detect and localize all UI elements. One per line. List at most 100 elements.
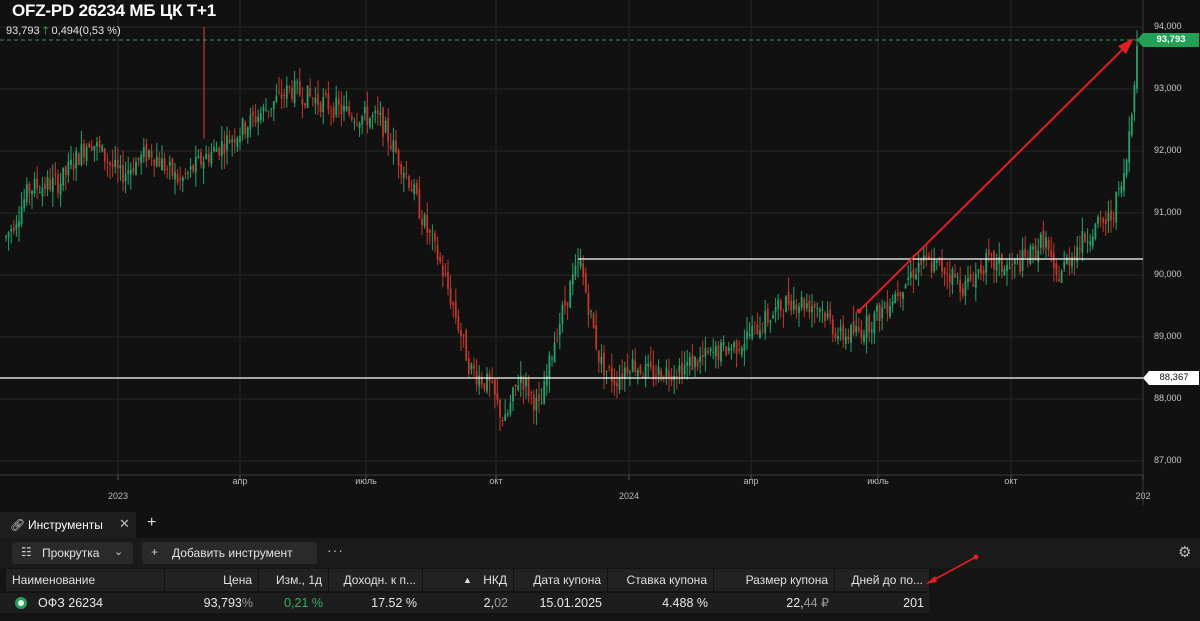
candle-body [891, 301, 894, 305]
candle-body [634, 361, 637, 372]
candle-body [660, 370, 663, 381]
candle-body [595, 324, 598, 349]
column-header-change[interactable]: Изм., 1д [259, 569, 329, 591]
candle-body [933, 259, 936, 272]
candle-body [309, 87, 312, 96]
chart-canvas[interactable] [0, 0, 1200, 512]
candle-body [959, 279, 962, 293]
candle-body [371, 115, 374, 118]
candle-body [46, 177, 49, 190]
candle-body [876, 305, 878, 312]
add-instrument-label: Добавить инструмент [172, 546, 293, 560]
candle-body [816, 307, 819, 309]
price-axis-label: 94,000 [1154, 21, 1182, 31]
candle-body [681, 362, 683, 378]
column-header-coupon-rate[interactable]: Ставка купона [608, 569, 714, 591]
candle-body [72, 164, 75, 170]
candle-body [566, 302, 569, 306]
column-header-coupon-date[interactable]: Дата купона [514, 569, 608, 591]
column-header-coupon-size[interactable]: Размер купона [714, 569, 835, 591]
candle-body [428, 229, 431, 234]
candle-body [548, 354, 551, 379]
candle-body [410, 189, 413, 192]
candle-body [857, 326, 860, 331]
candle-body [720, 342, 722, 362]
time-axis-label: июль [355, 476, 377, 486]
table-row[interactable]: ОФЗ 26234 93,793% 0,21 % 17.52 % 2,02 15… [0, 593, 930, 613]
candle-body [327, 93, 330, 110]
candle-body [366, 105, 369, 126]
candle-body [530, 392, 533, 394]
candle-body [699, 356, 702, 363]
gear-icon[interactable]: ⚙ [1178, 543, 1191, 561]
add-instrument-button[interactable]: + Добавить инструмент [142, 542, 317, 564]
candle-body [233, 138, 236, 143]
candle-body [64, 166, 67, 175]
candle-body [1050, 250, 1053, 257]
candle-body [137, 157, 140, 161]
price-unit: % [241, 596, 253, 610]
candle-body [865, 315, 868, 339]
candle-body [168, 161, 171, 166]
candle-body [725, 346, 728, 356]
candle-body [675, 376, 678, 378]
candle-body [621, 373, 624, 379]
candle-body [751, 326, 754, 339]
column-header-price[interactable]: Цена [165, 569, 259, 591]
add-tab-icon[interactable]: + [147, 514, 156, 532]
candle-body [644, 363, 647, 380]
candle-body [288, 86, 291, 88]
candle-body [605, 370, 608, 372]
candle-body [379, 112, 382, 116]
candle-body [774, 307, 777, 313]
tab-instruments[interactable]: 🔗︎ Инструменты ✕ [0, 512, 136, 538]
candle-body [348, 106, 351, 115]
column-header-yield[interactable]: Доходн. к п... [329, 569, 423, 591]
column-header-nkd[interactable]: ▲ НКД [423, 569, 514, 591]
candle-body [1026, 261, 1029, 263]
candle-body [296, 82, 299, 84]
instrument-change: 0,21 % [284, 596, 323, 610]
year-axis-label: 202 [1135, 491, 1151, 501]
candle-body [740, 348, 743, 356]
candle-body [538, 394, 540, 402]
candle-body [995, 260, 998, 271]
column-header-name[interactable]: Наименование [6, 569, 165, 591]
plus-icon: + [151, 545, 159, 559]
candle-body [821, 309, 824, 311]
close-icon[interactable]: ✕ [119, 516, 130, 532]
candle-body [1094, 223, 1097, 239]
candle-body [382, 108, 384, 137]
candle-body [842, 324, 845, 341]
candle-body [473, 365, 475, 370]
candle-body [532, 394, 535, 411]
candle-body [317, 93, 319, 105]
column-header-days[interactable]: Дней до по... [835, 569, 930, 591]
candle-body [184, 173, 187, 175]
more-icon[interactable]: ··· [327, 542, 344, 558]
candle-body [111, 163, 114, 167]
candle-body [561, 305, 564, 324]
candle-body [618, 377, 621, 390]
candle-body [517, 385, 520, 390]
candle-body [70, 159, 72, 166]
candle-body [525, 378, 527, 387]
candle-body [90, 146, 93, 150]
candle-body [363, 107, 366, 113]
candle-body [683, 365, 686, 375]
trend-arrow-start [856, 308, 862, 314]
candle-body [496, 393, 499, 401]
candle-body [57, 174, 59, 193]
candle-body [951, 269, 954, 285]
price-axis-label: 87,000 [1154, 455, 1182, 465]
candle-body [259, 113, 262, 121]
candle-body [106, 161, 109, 163]
scroll-mode-button[interactable]: ☷ Прокрутка ⌄ [12, 542, 133, 564]
candle-body [847, 336, 850, 340]
candle-body [1136, 45, 1138, 89]
candle-body [727, 347, 730, 352]
candle-body [5, 236, 7, 238]
candle-body [1060, 270, 1063, 283]
candle-body [1019, 260, 1021, 273]
price-chart[interactable]: OFZ-PD 26234 МБ ЦК Т+1 93,793 🡑 0,494(0,… [0, 0, 1200, 512]
